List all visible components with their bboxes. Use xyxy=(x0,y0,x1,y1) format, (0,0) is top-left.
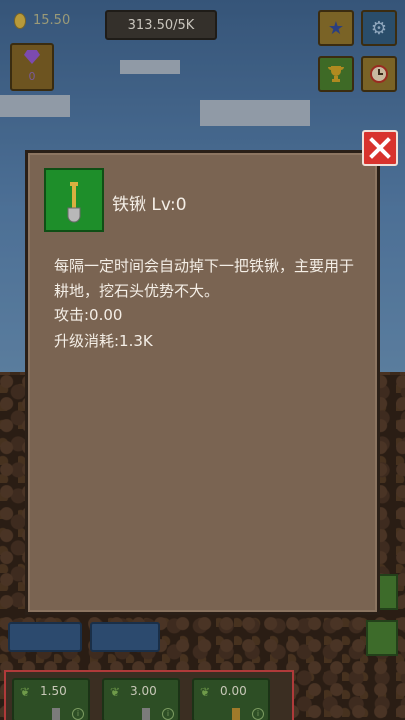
coin-count: 15.50 xyxy=(33,13,71,28)
leaf-icon: ❦ xyxy=(20,685,31,699)
info-icon[interactable]: i xyxy=(252,708,264,720)
star-button[interactable]: ★ xyxy=(318,10,354,46)
clock-icon xyxy=(370,65,388,83)
tool-value: 1.50 xyxy=(40,684,67,698)
side-button-lower[interactable] xyxy=(366,620,398,656)
upgrade-cost: 升级消耗:1.3K xyxy=(54,332,153,350)
tool-value: 0.00 xyxy=(220,684,247,698)
gem-count: 0 xyxy=(28,70,36,83)
tool-card[interactable]: ❦ 1.50 i xyxy=(12,678,90,720)
item-icon-box xyxy=(44,168,104,232)
settings-button[interactable]: ⚙ xyxy=(361,10,397,46)
cloud xyxy=(0,95,70,117)
leaf-icon: ❦ xyxy=(110,685,121,699)
item-description: 每隔一定时间会自动掉下一把铁锹，主要用于耕地，挖石头优势不大。 xyxy=(54,257,355,300)
auto-button-left[interactable] xyxy=(8,622,82,652)
item-title: 铁锹 Lv:0 xyxy=(112,195,187,215)
gem-button[interactable]: 0 xyxy=(10,43,54,91)
gem-icon xyxy=(24,50,40,64)
tool-card[interactable]: ❦ 0.00 i xyxy=(192,678,270,720)
tool-value: 3.00 xyxy=(130,684,157,698)
shovel-icon xyxy=(67,182,81,223)
coin-icon xyxy=(14,13,26,29)
cloud xyxy=(200,100,310,126)
close-icon xyxy=(369,137,391,159)
attack-stat: 攻击:0.00 xyxy=(54,306,123,324)
tool-icon xyxy=(142,708,150,720)
close-button[interactable] xyxy=(362,130,398,166)
tool-icon xyxy=(52,708,60,720)
tool-card[interactable]: ❦ 3.00 i xyxy=(102,678,180,720)
tool-icon xyxy=(232,708,240,720)
info-icon[interactable]: i xyxy=(72,708,84,720)
auto-button-right[interactable] xyxy=(90,622,160,652)
info-icon[interactable]: i xyxy=(162,708,174,720)
progress-counter: 313.50/5K xyxy=(105,10,217,40)
trophy-icon xyxy=(328,66,344,82)
gear-icon: ⚙ xyxy=(370,17,388,39)
cloud xyxy=(120,60,180,74)
leaf-icon: ❦ xyxy=(200,685,211,699)
clock-button[interactable] xyxy=(361,56,397,92)
star-icon: ★ xyxy=(327,17,345,39)
trophy-button[interactable] xyxy=(318,56,354,92)
